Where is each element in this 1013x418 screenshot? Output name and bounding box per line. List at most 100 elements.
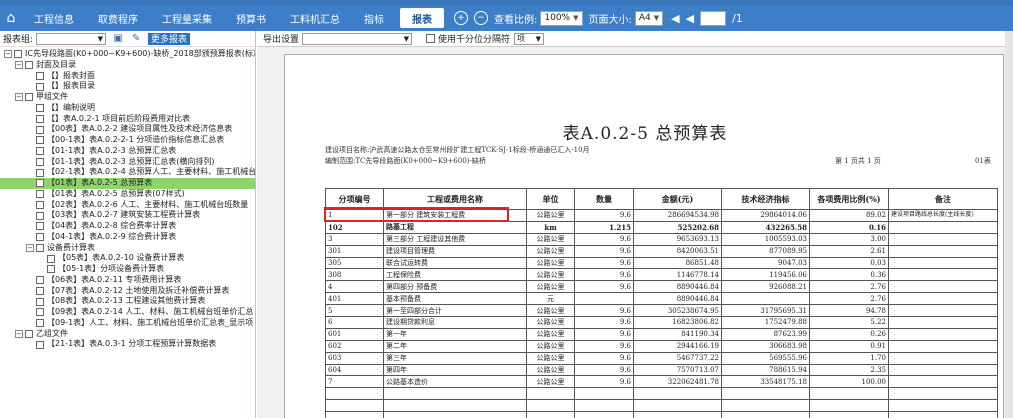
tree-item-checkbox[interactable] [36,82,44,91]
tree-item-checkbox[interactable] [25,61,33,70]
zoom-in-icon[interactable]: + [454,11,468,25]
collapse-toggle-icon[interactable]: − [15,93,23,102]
tree-item[interactable]: 【21-1表】表A.0.3-1 分项工程预算计算数据表 [0,339,255,350]
collapse-toggle-icon[interactable]: − [26,243,34,252]
tree-item-label: 【04表】表A.0.2-8 综合费率计算表 [47,221,177,230]
tree-item[interactable]: 【00-1表】表A.0.2-2-1 分项造价指标信息汇总表 [0,135,255,146]
vertical-scrollbar[interactable] [1005,31,1013,418]
table-cell: 877089.95 [721,244,810,258]
tree-item-checkbox[interactable] [36,157,44,166]
tree-item[interactable]: 【05-1表】分项设备费计算表 [0,264,255,275]
tree-item-checkbox[interactable] [36,276,44,285]
tree-item[interactable]: − IC先导段路面(K0+000~K9+600)-缺桥_2018部颁预算报表(标准 [0,49,255,60]
tree-item[interactable]: 【07表】表A.0.2-12 土地使用及拆迁补偿费计算表 [0,286,255,297]
tree-item[interactable]: 【01表】表A.0.2-5 总预算表 [0,178,255,189]
tree-item[interactable]: 【01表】表A.0.2-5 总预算表(07样式) [0,189,255,200]
zoom-out-icon[interactable]: − [474,11,488,25]
tree-item[interactable]: 【02-1表】表A.0.2-4 总预算人工、主要材料、施工机械台 [0,167,255,178]
scope-line: 编制范围:TC先导段路面(K0+000~K9+600)-缺桥 [325,157,486,165]
tree-item[interactable]: 【00表】表A.0.2-2 建设项目属性及技术经济信息表 [0,124,255,135]
table-cell: 9047.03 [721,256,810,270]
thousands-checkbox[interactable] [426,34,436,43]
tree-item-checkbox[interactable] [25,329,33,338]
table-cell: 建设项目管理费 [383,244,527,258]
tree-item-label: 甲组文件 [36,92,68,101]
tree-item[interactable]: 【】编制说明 [0,103,255,114]
tree-item-checkbox[interactable] [36,136,44,145]
first-page-button[interactable]: ◀ [671,12,679,25]
collapse-toggle-icon[interactable]: − [4,50,12,59]
page-number-input[interactable] [700,10,727,26]
tree-item[interactable]: 【04表】表A.0.2-8 综合费率计算表 [0,221,255,232]
wrench-icon[interactable]: ✎ [130,33,142,45]
tree-item[interactable]: − 乙组文件 [0,329,255,340]
tree-item-checkbox[interactable] [36,147,44,156]
zoom-select[interactable]: 100% ▼ [540,10,583,26]
tree-item-checkbox[interactable] [36,340,44,349]
table-cell: 9.6 [574,232,634,246]
tab-reports[interactable]: 报表 [400,8,444,28]
tree-item[interactable]: 【06表】表A.0.2-11 专项费用计算表 [0,275,255,286]
tree-item-checkbox[interactable] [36,114,44,123]
home-icon[interactable]: ⌂ [0,5,22,31]
pagesize-select[interactable]: A4 ▼ [634,10,664,26]
tree-item[interactable]: 【04-1表】表A.0.2-9 综合费计算表 [0,232,255,243]
tree-item[interactable]: 【05表】表A.0.2-10 设备费计算表 [0,253,255,264]
tree-item[interactable]: 【03表】表A.0.2-7 建筑安装工程费计算表 [0,210,255,221]
tree-item[interactable]: 【01-1表】表A.0.2-3 总预算汇总表 [0,146,255,157]
tab-material-summary[interactable]: 工料机汇总 [278,8,352,28]
table-cell: 569555.96 [721,351,810,365]
tree-item-checkbox[interactable] [36,319,44,328]
prev-page-button[interactable]: ◀ [686,12,694,25]
form-number: 01表 [975,157,991,165]
tree-item[interactable]: 【08表】表A.0.2-13 工程建设其他费计算表 [0,296,255,307]
tree-item-checkbox[interactable] [36,71,44,80]
collapse-toggle-icon[interactable]: − [15,329,23,338]
tree-item[interactable]: 【09-1表】人工、材料、施工机械台班单价汇总表_显示项 [0,318,255,329]
more-reports-button[interactable]: 更多报表 [148,32,191,45]
tree-item-checkbox[interactable] [36,104,44,113]
table-cell [721,399,810,413]
tab-quantity-collection[interactable]: 工程量采集 [150,8,224,28]
tree-item[interactable]: − 甲组文件 [0,92,255,103]
tree-item[interactable]: 【】报表封面 [0,71,255,82]
tab-fee-procedure[interactable]: 取费程序 [86,8,150,28]
table-row: 4 第四部分 预备费 公路公里 9.6 8890446.84 926088.21 2.76 [325,280,998,294]
table-cell [633,387,722,401]
tree-item-checkbox[interactable] [36,233,44,242]
tree-item-checkbox[interactable] [36,286,44,295]
table-cell: 公路公里 [526,351,575,365]
tree-item-checkbox[interactable] [36,243,44,252]
tree-item[interactable]: 【01-1表】表A.0.2-3 总预算汇总表(横向排列) [0,157,255,168]
tab-project-info[interactable]: 工程信息 [22,8,86,28]
tree-item-checkbox[interactable] [36,125,44,134]
tree-item[interactable]: 【09表】表A.0.2-14 人工、材料、施工机械台班单价汇总 [0,307,255,318]
tab-indicators[interactable]: 指标 [352,8,396,28]
table-row: 601 第一年 公路公里 9.6 841190.34 87623.99 0.26 [325,327,998,341]
tree-item-checkbox[interactable] [36,211,44,220]
tree-item-checkbox[interactable] [36,179,44,188]
table-cell [888,351,998,365]
tab-budget-book[interactable]: 预算书 [224,8,278,28]
save-icon[interactable]: ▣ [112,33,124,45]
tree-item[interactable]: 【02表】表A.0.2-6 人工、主要材料、施工机械台班数量 [0,200,255,211]
tree-item-checkbox[interactable] [36,222,44,231]
item-select[interactable]: 项 ▼ [514,32,545,45]
tree-item-checkbox[interactable] [36,308,44,317]
tree-item-checkbox[interactable] [25,93,33,102]
table-cell: 100.00 [809,375,889,389]
tree-item-checkbox[interactable] [36,190,44,199]
tree-item[interactable]: 【】报表目录 [0,81,255,92]
tree-item-checkbox[interactable] [47,254,55,263]
collapse-toggle-icon[interactable]: − [15,61,23,70]
tree-item[interactable]: 【】表A.0.2-1 项目前后阶段费用对比表 [0,114,255,125]
export-select[interactable]: ▼ [302,32,413,45]
tree-item[interactable]: − 设备费计算表 [0,243,255,254]
report-group-select[interactable]: ▼ [36,32,107,45]
tree-item-checkbox[interactable] [47,265,55,274]
tree-item-checkbox[interactable] [36,168,44,177]
tree-item-checkbox[interactable] [14,50,22,59]
tree-item[interactable]: − 封面及目录 [0,60,255,71]
tree-item-checkbox[interactable] [36,200,44,209]
tree-item-checkbox[interactable] [36,297,44,306]
